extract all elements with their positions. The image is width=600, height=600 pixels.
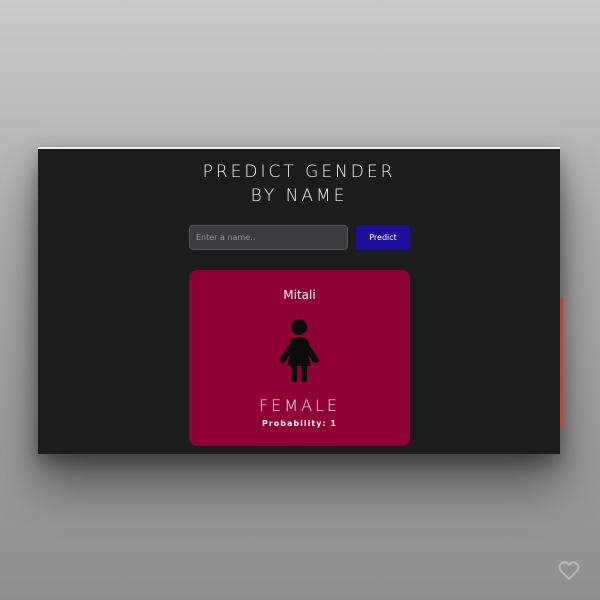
female-person-icon — [279, 319, 319, 382]
result-name: Mitali — [283, 288, 316, 302]
predict-button[interactable]: Predict — [356, 225, 410, 250]
result-gender: FEMALE — [258, 396, 341, 415]
accent-strip — [560, 298, 563, 428]
name-input[interactable] — [189, 225, 348, 250]
title-line-1: PREDICT GENDER — [202, 162, 396, 182]
result-card: Mitali FEMALE Probability: 1 — [189, 270, 410, 446]
app-window: PREDICT GENDER BY NAME Predict Mitali FE… — [38, 147, 560, 454]
title-line-2: BY NAME — [250, 186, 348, 206]
page-title: PREDICT GENDER BY NAME — [38, 160, 560, 208]
search-form: Predict — [189, 225, 410, 251]
heart-icon — [558, 561, 580, 580]
result-probability: Probability: 1 — [262, 419, 337, 428]
